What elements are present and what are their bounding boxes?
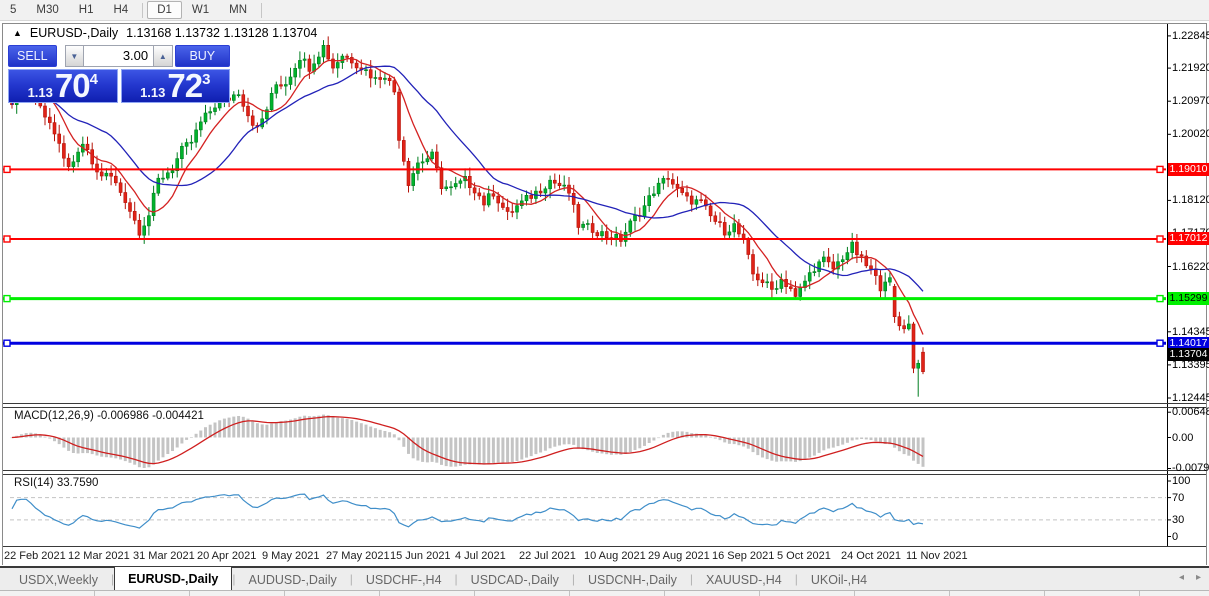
date-tick-label: 31 Mar 2021 (133, 550, 195, 562)
sell-price-sup: 4 (90, 71, 98, 88)
date-tick-label: 24 Oct 2021 (841, 550, 901, 562)
price-tick-label: 1.21920 (1172, 62, 1209, 74)
tab-usdchf-h4[interactable]: USDCHF-,H4 (353, 568, 455, 590)
date-tick-label: 10 Aug 2021 (584, 550, 646, 562)
date-tick-label: 16 Sep 2021 (712, 550, 774, 562)
date-tick-label: 15 Jun 2021 (390, 550, 451, 562)
price-level-tag: 1.19010 (1168, 163, 1209, 176)
macd-tick-label: 0.00 (1172, 432, 1193, 444)
buy-price-prefix: 1.13 (140, 85, 165, 100)
tab-ukoil-h4[interactable]: UKOil-,H4 (798, 568, 880, 590)
date-tick-label: 4 Jul 2021 (455, 550, 506, 562)
tab-xauusd-h4[interactable]: XAUUSD-,H4 (693, 568, 795, 590)
sell-button[interactable]: SELL (8, 45, 57, 67)
volume-decrease-button[interactable]: ▼ (65, 45, 84, 67)
macd-tick-label: -0.007947 (1172, 462, 1209, 474)
date-tick-label: 22 Feb 2021 (4, 550, 66, 562)
price-level-tag: 1.15299 (1168, 292, 1209, 305)
chart-tab-bar: USDX,Weekly|EURUSD-,Daily|AUDUSD-,Daily|… (0, 566, 1209, 590)
price-tick-label: 1.22845 (1172, 30, 1209, 42)
date-tick-label: 12 Mar 2021 (68, 550, 130, 562)
buy-price-sup: 3 (202, 71, 210, 88)
volume-field[interactable]: 3.00 (84, 45, 153, 67)
one-click-trade-panel: SELL ▼ 3.00 ▲ BUY 1.13 70 4 1.13 72 3 (8, 45, 230, 103)
buy-button[interactable]: BUY (175, 45, 230, 67)
buy-price-box[interactable]: 1.13 72 3 (121, 69, 231, 103)
date-tick-label: 20 Apr 2021 (197, 550, 256, 562)
date-tick-label: 22 Jul 2021 (519, 550, 576, 562)
tab-scroll-arrows: ◂ ▸ (1179, 572, 1201, 583)
tab-usdcnh-daily[interactable]: USDCNH-,Daily (575, 568, 690, 590)
mt4-window: 5M30H1H4D1W1MN ▲ EURUSD-,Daily 1.13168 1… (0, 0, 1209, 596)
collapse-chart-icon[interactable]: ▲ (13, 29, 22, 38)
sell-price-box[interactable]: 1.13 70 4 (8, 69, 118, 103)
volume-increase-button[interactable]: ▲ (153, 45, 172, 67)
date-tick-label: 27 May 2021 (326, 550, 390, 562)
sell-price-prefix: 1.13 (28, 85, 53, 100)
rsi-tick-label: 100 (1172, 475, 1190, 487)
date-tick-label: 9 May 2021 (262, 550, 319, 562)
chart-symbol-title: EURUSD-,Daily (30, 26, 118, 40)
tab-usdx-weekly[interactable]: USDX,Weekly (6, 568, 111, 590)
tab-eurusd-daily[interactable]: EURUSD-,Daily (114, 566, 232, 590)
price-tick-label: 1.16220 (1172, 261, 1209, 273)
tab-scroll-right-icon[interactable]: ▸ (1196, 572, 1201, 583)
tab-usdcad-daily[interactable]: USDCAD-,Daily (458, 568, 572, 590)
sell-price-big: 70 (55, 70, 90, 102)
macd-plot (11, 415, 925, 468)
date-tick-label: 29 Aug 2021 (648, 550, 710, 562)
price-level-tag: 1.17012 (1168, 232, 1209, 245)
price-tick-label: 1.12445 (1172, 392, 1209, 404)
status-strip (0, 590, 1209, 596)
tab-scroll-left-icon[interactable]: ◂ (1179, 572, 1184, 583)
rsi-tick-label: 70 (1172, 492, 1184, 504)
macd-indicator-label: MACD(12,26,9) -0.006986 -0.004421 (14, 410, 204, 422)
date-tick-label: 11 Nov 2021 (906, 550, 968, 562)
date-tick-label: 5 Oct 2021 (777, 550, 831, 562)
rsi-indicator-label: RSI(14) 33.7590 (14, 477, 98, 489)
tab-audusd-daily[interactable]: AUDUSD-,Daily (236, 568, 350, 590)
price-level-tag: 1.13704 (1168, 348, 1209, 361)
price-tick-label: 1.20020 (1172, 128, 1209, 140)
chart-ohlc-values: 1.13168 1.13732 1.13128 1.13704 (126, 26, 317, 40)
price-tick-label: 1.18120 (1172, 194, 1209, 206)
rsi-plot (12, 494, 923, 528)
chart-header: ▲ EURUSD-,Daily 1.13168 1.13732 1.13128 … (13, 26, 317, 40)
buy-price-big: 72 (167, 70, 202, 102)
rsi-tick-label: 0 (1172, 531, 1178, 543)
rsi-tick-label: 30 (1172, 514, 1184, 526)
price-tick-label: 1.20970 (1172, 95, 1209, 107)
macd-tick-label: 0.006485 (1172, 406, 1209, 418)
